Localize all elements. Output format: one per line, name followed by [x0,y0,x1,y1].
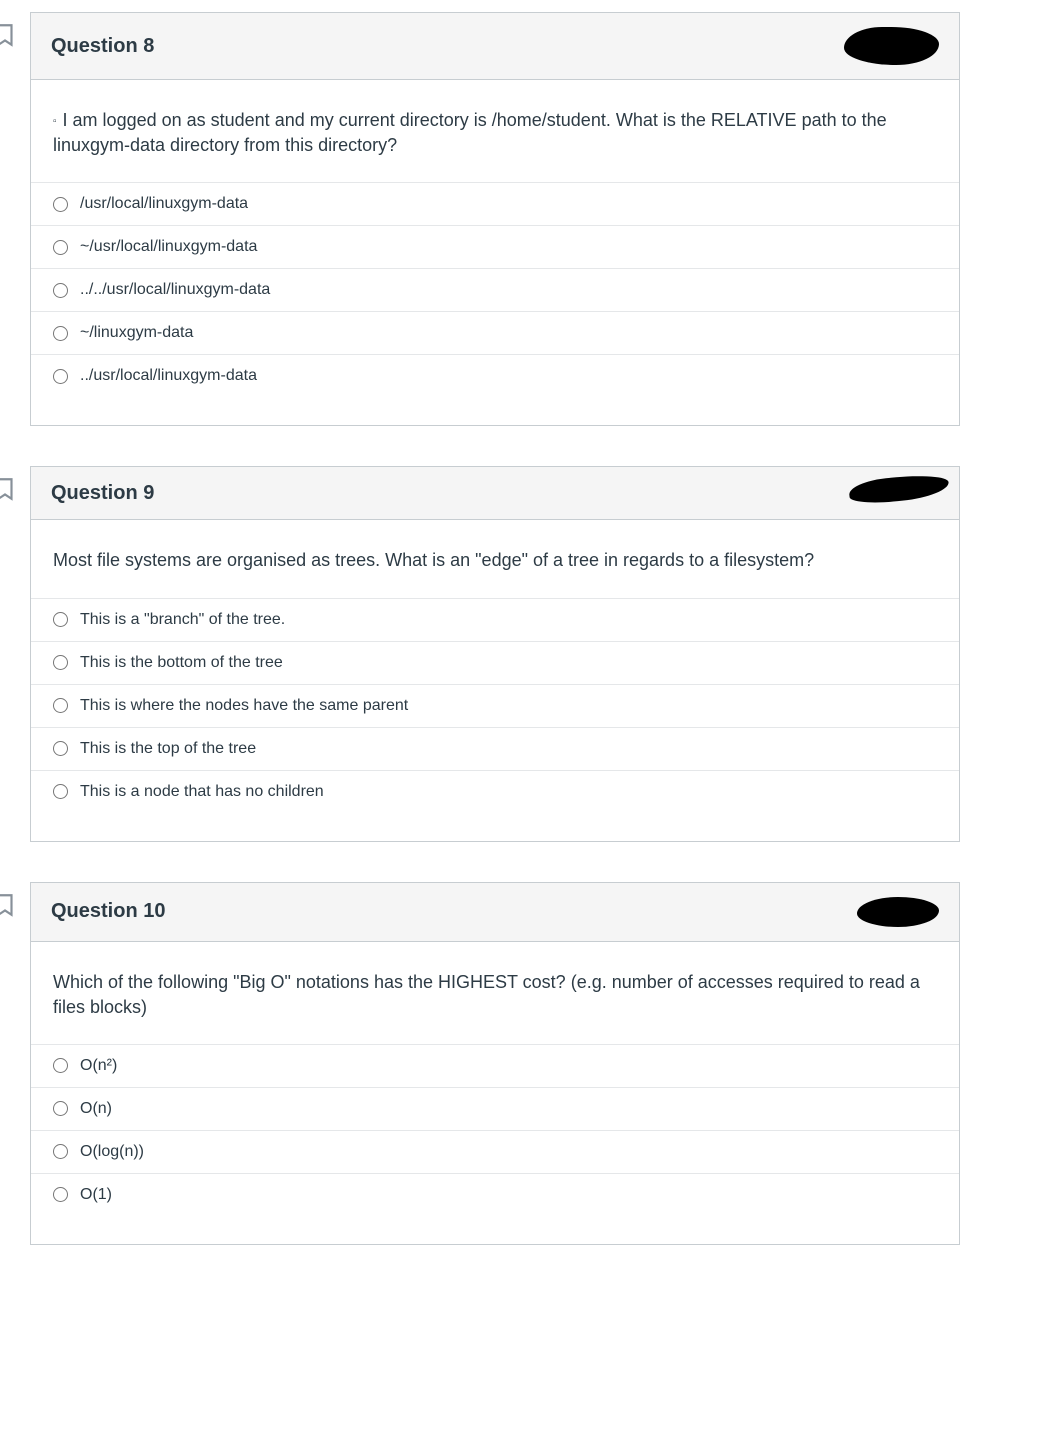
answer-radio[interactable] [53,1058,68,1073]
answer-option[interactable]: O(1) [31,1174,959,1216]
answer-radio[interactable] [53,612,68,627]
question-title: Question 10 [51,900,165,923]
square-bullet-icon: ▫ [53,116,57,127]
bookmark-icon[interactable] [0,12,30,48]
redacted-points [848,472,950,506]
answer-option[interactable]: O(n²) [31,1045,959,1088]
answer-label: O(n²) [80,1057,117,1075]
answer-label: O(log(n)) [80,1143,144,1161]
answer-radio[interactable] [53,197,68,212]
answer-label: This is the bottom of the tree [80,654,283,672]
question-prompt-text: Which of the following "Big O" notations… [53,972,920,1017]
question-prompt: Most file systems are organised as trees… [53,548,937,573]
answer-label: ~/linuxgym-data [80,324,193,342]
answer-option[interactable]: This is a node that has no children [31,771,959,813]
answer-option[interactable]: O(n) [31,1088,959,1131]
answer-label: This is the top of the tree [80,740,256,758]
question-prompt-text: I am logged on as student and my current… [53,110,887,155]
bookmark-icon[interactable] [0,882,30,918]
answer-radio[interactable] [53,1187,68,1202]
answer-list: O(n²) O(n) O(log(n)) O(1) [31,1044,959,1216]
redacted-points [844,27,939,65]
question-title: Question 9 [51,482,154,505]
question-prompt: Which of the following "Big O" notations… [53,970,937,1020]
answer-option[interactable]: ~/usr/local/linuxgym-data [31,226,959,269]
question-title: Question 8 [51,35,154,58]
answer-option[interactable]: ../usr/local/linuxgym-data [31,355,959,397]
question-prompt-text: Most file systems are organised as trees… [53,550,814,570]
answer-option[interactable]: This is the top of the tree [31,728,959,771]
question-card-9: Question 9 Most file systems are organis… [30,466,960,841]
answer-radio[interactable] [53,369,68,384]
answer-label: O(n) [80,1100,112,1118]
answer-option[interactable]: ../../usr/local/linuxgym-data [31,269,959,312]
answer-radio[interactable] [53,698,68,713]
answer-option[interactable]: This is where the nodes have the same pa… [31,685,959,728]
answer-radio[interactable] [53,240,68,255]
answer-radio[interactable] [53,283,68,298]
answer-radio[interactable] [53,1144,68,1159]
answer-label: ../../usr/local/linuxgym-data [80,281,270,299]
answer-label: This is a node that has no children [80,783,324,801]
question-card-10: Question 10 Which of the following "Big … [30,882,960,1245]
answer-radio[interactable] [53,741,68,756]
answer-label: /usr/local/linuxgym-data [80,195,248,213]
answer-radio[interactable] [53,1101,68,1116]
answer-option[interactable]: ~/linuxgym-data [31,312,959,355]
bookmark-icon[interactable] [0,466,30,502]
answer-radio[interactable] [53,326,68,341]
answer-option[interactable]: This is a "branch" of the tree. [31,599,959,642]
question-prompt: ▫I am logged on as student and my curren… [53,108,937,158]
question-card-8: Question 8 ▫I am logged on as student an… [30,12,960,426]
answer-option[interactable]: This is the bottom of the tree [31,642,959,685]
answer-list: /usr/local/linuxgym-data ~/usr/local/lin… [31,182,959,397]
answer-radio[interactable] [53,655,68,670]
answer-label: This is where the nodes have the same pa… [80,697,408,715]
answer-label: ~/usr/local/linuxgym-data [80,238,257,256]
answer-option[interactable]: O(log(n)) [31,1131,959,1174]
answer-radio[interactable] [53,784,68,799]
answer-label: This is a "branch" of the tree. [80,611,285,629]
answer-option[interactable]: /usr/local/linuxgym-data [31,183,959,226]
answer-list: This is a "branch" of the tree. This is … [31,598,959,813]
answer-label: ../usr/local/linuxgym-data [80,367,257,385]
redacted-points [857,897,939,927]
answer-label: O(1) [80,1186,112,1204]
